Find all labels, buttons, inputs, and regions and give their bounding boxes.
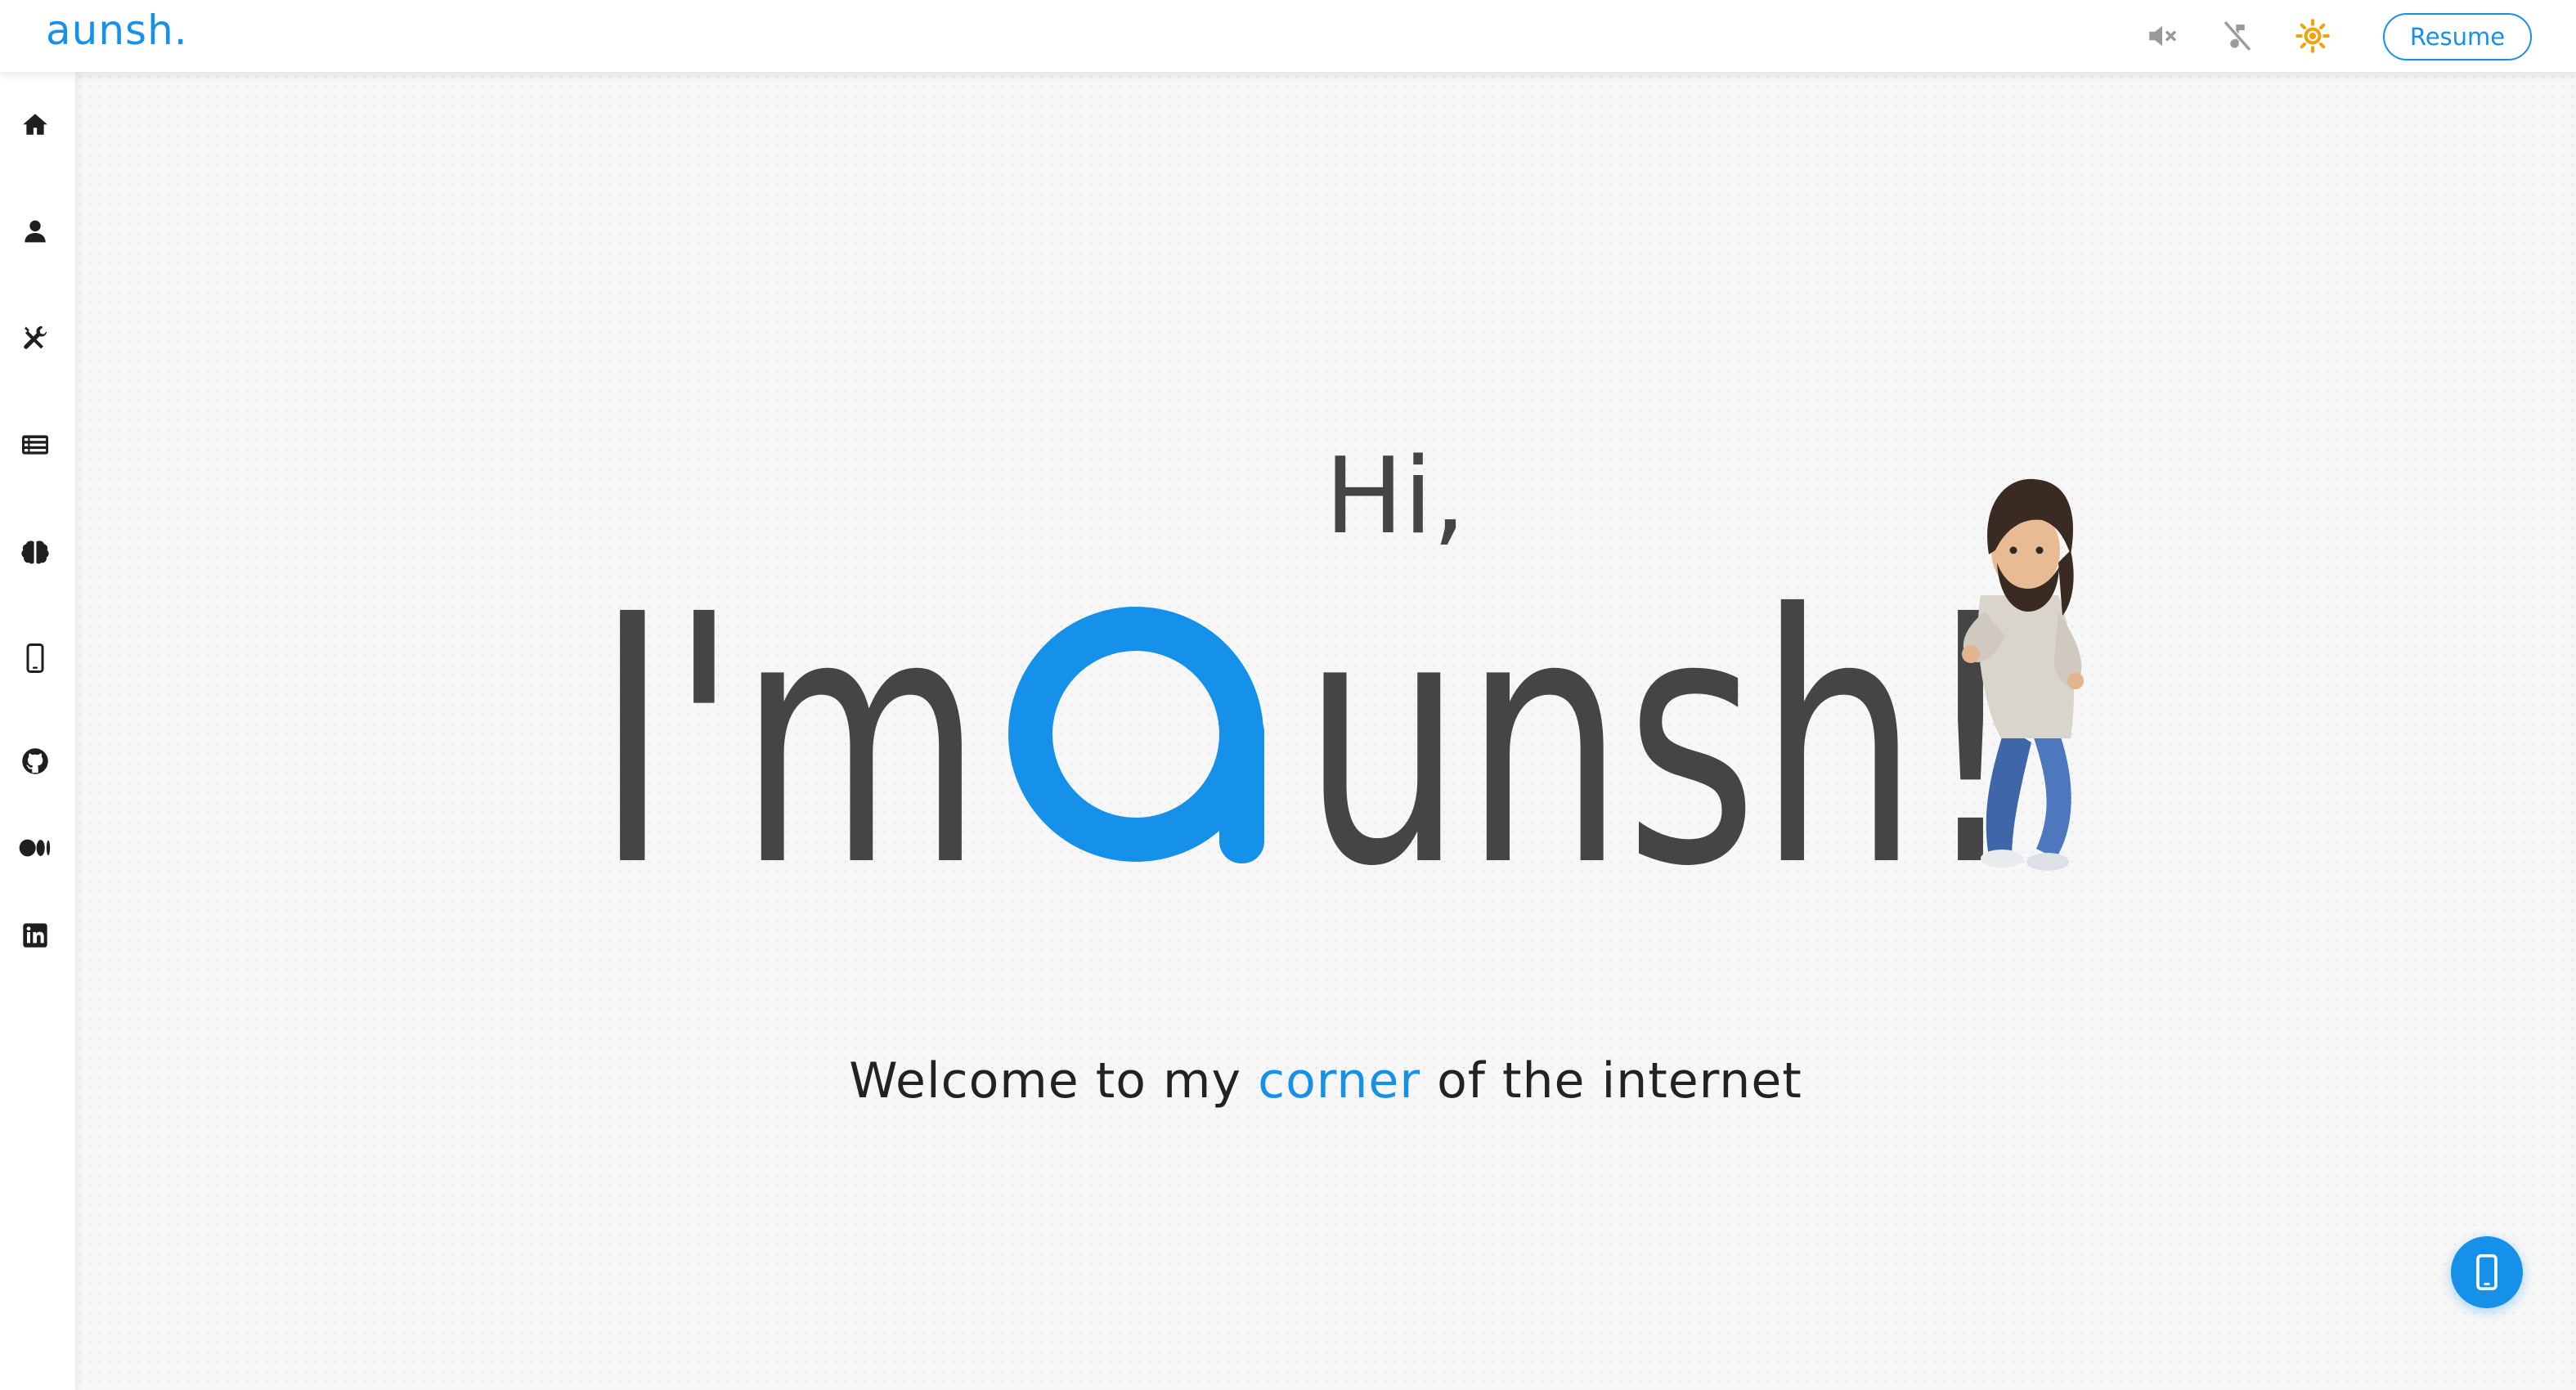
linkedin-icon: [23, 923, 47, 948]
sidebar-item-github[interactable]: [16, 742, 54, 780]
brand-logo[interactable]: aunsh.: [46, 7, 188, 54]
sidebar-item-projects[interactable]: [16, 426, 54, 464]
name-rest: unsh!: [1302, 542, 2022, 942]
sidebar-item-about[interactable]: [16, 213, 54, 250]
name-initial: [1008, 607, 1264, 863]
sidebar-item-contact[interactable]: [16, 639, 54, 677]
phone-icon: [26, 643, 44, 673]
sidebar-item-linkedin[interactable]: [16, 917, 54, 954]
sidebar-item-brain[interactable]: [16, 533, 54, 571]
tools-icon: [24, 325, 47, 349]
tagline-accent: corner: [1258, 1052, 1421, 1110]
tagline-before: Welcome to my: [849, 1052, 1242, 1110]
hero-heading: I'm unsh!: [75, 72, 2576, 1390]
sidebar-item-skills[interactable]: [16, 319, 54, 356]
list-icon: [22, 435, 48, 455]
user-icon: [25, 220, 46, 243]
home-icon: [23, 114, 47, 135]
medium-icon: [19, 839, 51, 857]
tagline-after: of the internet: [1437, 1052, 1802, 1110]
welcome-tagline: Welcome to my corner of the internet: [75, 1056, 2576, 1105]
sound-muted-icon[interactable]: [2144, 18, 2180, 54]
contact-fab[interactable]: [2451, 1236, 2523, 1308]
github-icon: [22, 748, 48, 774]
top-navbar: aunsh. Resume: [0, 0, 2576, 72]
main-content: Hi, I'm unsh! Welcome to my corner of th…: [75, 72, 2576, 1390]
sidebar-item-home[interactable]: [16, 105, 54, 143]
sidebar: [0, 72, 75, 1390]
music-off-icon[interactable]: [2219, 18, 2255, 54]
resume-button[interactable]: Resume: [2383, 13, 2532, 61]
phone-icon: [2476, 1254, 2497, 1290]
intro-prefix: I'm: [595, 542, 983, 942]
brain-icon: [21, 540, 49, 564]
sun-icon[interactable]: [2295, 18, 2331, 54]
sidebar-item-medium[interactable]: [16, 829, 54, 867]
